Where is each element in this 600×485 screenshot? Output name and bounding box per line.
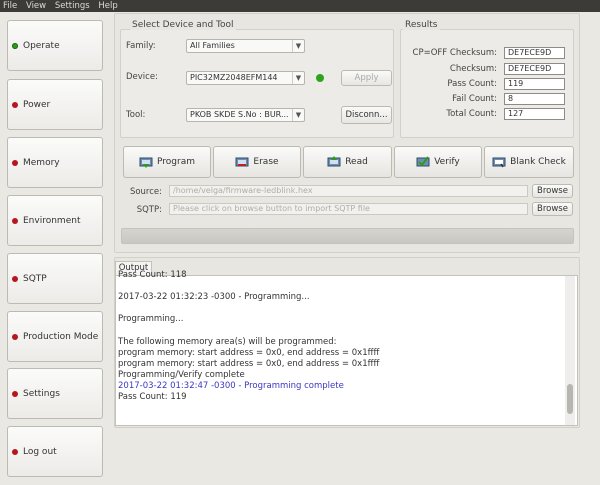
source-browse-button[interactable]: Browse [532,184,573,198]
total-count-value: 127 [504,108,565,120]
scrollbar-track[interactable] [565,276,575,425]
status-red-icon [12,217,18,224]
menu-help[interactable]: Help [98,1,117,11]
blank-check-button[interactable]: Blank Check [484,146,574,178]
status-red-icon [12,275,18,282]
verify-label: Verify [434,157,460,167]
fail-count-value: 8 [504,93,565,105]
menu-settings[interactable]: Settings [55,1,90,11]
log-line: The following memory area(s) will be pro… [118,336,337,347]
verify-icon [416,156,430,167]
disconnect-button[interactable]: Disconn... [341,106,392,124]
log-line: program memory: start address = 0x0, end… [118,347,380,358]
status-red-icon [12,159,18,166]
chevron-down-icon: ▼ [292,40,304,52]
log-line: Pass Count: 119 [118,392,187,403]
log-line: Programming/Verify complete [118,369,245,380]
program-icon [139,157,153,168]
log-line: 2017-03-22 01:32:23 -0300 - Programming.… [118,292,310,303]
erase-icon [235,157,249,167]
device-group-title: Select Device and Tool [130,20,236,30]
cp-off-checksum-label: CP=OFF Checksum: [412,48,497,58]
menu-view[interactable]: View [26,1,46,11]
sidebar-item-label: Production Mode [23,331,99,342]
family-label: Family: [126,41,156,51]
tool-label: Tool: [126,110,146,120]
read-label: Read [345,157,368,167]
tool-select[interactable]: PKOB SKDE S.No : BUR... ▼ [186,108,305,122]
family-select-value: All Families [190,41,235,50]
program-button[interactable]: Program [123,146,211,178]
output-log-text: Pass Count: 118 2017-03-22 01:32:23 -0300… [118,270,564,403]
sqtp-input[interactable]: Please click on browse button to import … [169,203,528,215]
sidebar-item-label: Environment [23,215,81,226]
checksum-value: DE7ECE9D [504,63,565,75]
status-red-icon [12,333,18,340]
device-select-value: PIC32MZ2048EFM144 [190,73,278,82]
cp-off-checksum-value: DE7ECE9D [504,47,565,59]
sidebar-item-sqtp[interactable]: SQTP [7,253,103,304]
results-title: Results [403,20,440,30]
sidebar-item-operate[interactable]: Operate [7,20,103,71]
log-line: Pass Count: 118 [118,270,187,280]
menu-file[interactable]: File [3,1,17,11]
verify-button[interactable]: Verify [394,146,482,178]
sidebar-item-production-mode[interactable]: Production Mode [7,311,103,362]
log-line: program memory: start address = 0x0, end… [118,358,380,369]
progress-bar [121,228,574,244]
sqtp-browse-button[interactable]: Browse [532,202,573,216]
chevron-down-icon: ▼ [292,109,304,121]
sidebar-item-power[interactable]: Power [7,79,103,130]
device-status-icon [316,74,324,82]
sidebar: Operate Power Memory Environment SQTP Pr… [0,12,110,485]
menu-bar: File View Settings Help [0,0,600,12]
sidebar-item-label: Operate [23,40,60,51]
read-button[interactable]: Read [303,146,392,178]
status-green-icon [12,42,18,49]
device-label: Device: [126,72,158,82]
checksum-label: Checksum: [449,64,497,74]
status-red-icon [12,448,18,455]
sidebar-item-settings[interactable]: Settings [7,368,103,419]
status-red-icon [12,101,18,108]
log-line: 2017-03-22 01:32:47 -0300 - Programming … [118,380,344,391]
blank-check-icon [492,157,506,168]
sidebar-item-label: Power [23,99,51,110]
source-label: Source: [129,187,162,197]
apply-button[interactable]: Apply [341,70,392,86]
pass-count-value: 119 [504,78,565,90]
erase-label: Erase [253,157,279,167]
source-input[interactable]: /home/velga/firmware-ledblink.hex [169,185,528,197]
sidebar-item-label: Settings [23,388,60,399]
read-icon [327,156,341,167]
sidebar-item-label: Memory [23,157,60,168]
family-select[interactable]: All Families ▼ [186,39,305,53]
tool-select-value: PKOB SKDE S.No : BUR... [190,110,289,119]
sidebar-item-label: SQTP [23,273,47,284]
sidebar-item-log-out[interactable]: Log out [7,426,103,477]
chevron-down-icon: ▼ [292,72,304,84]
sidebar-item-memory[interactable]: Memory [7,137,103,188]
device-select[interactable]: PIC32MZ2048EFM144 ▼ [186,71,305,85]
blank-check-label: Blank Check [510,157,566,167]
program-label: Program [157,157,195,167]
pass-count-label: Pass Count: [447,79,497,89]
total-count-label: Total Count: [446,109,497,119]
sqtp-label: SQTP: [136,205,162,215]
sidebar-item-label: Log out [23,446,57,457]
status-red-icon [12,390,18,397]
log-line: Programming... [118,314,184,325]
scrollbar-thumb[interactable] [567,384,573,414]
fail-count-label: Fail Count: [452,94,497,104]
erase-button[interactable]: Erase [213,146,301,178]
sidebar-item-environment[interactable]: Environment [7,195,103,246]
